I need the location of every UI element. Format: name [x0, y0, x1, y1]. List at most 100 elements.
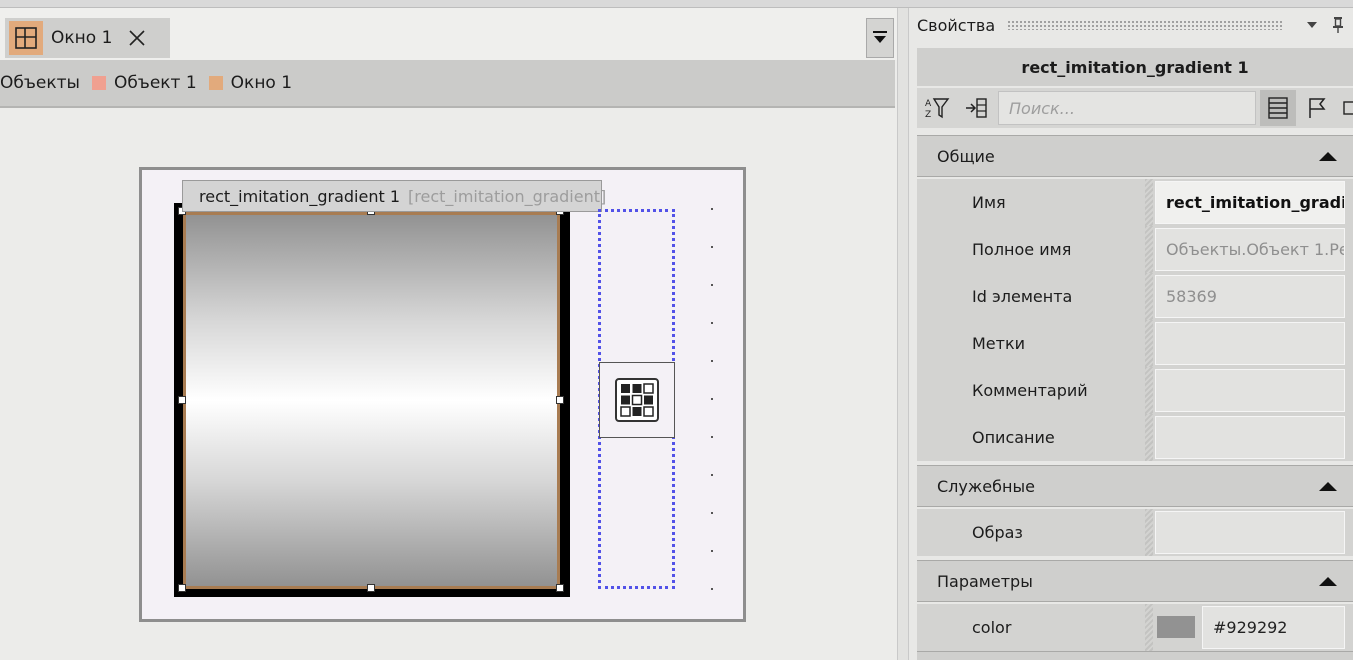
resize-handle[interactable]	[178, 584, 186, 592]
selected-object-title: rect_imitation_gradient 1	[917, 48, 1353, 86]
section-service[interactable]: Служебные	[917, 465, 1353, 507]
prop-row-color: color #929292	[917, 604, 1353, 651]
section-label: Общие	[937, 146, 995, 166]
guide-dot	[711, 284, 713, 286]
breadcrumb-item-window-1[interactable]: Окно 1	[197, 73, 292, 93]
search-input[interactable]	[998, 91, 1256, 125]
sort-filter-icon: A Z	[925, 98, 950, 120]
chevron-down-icon	[873, 31, 887, 43]
row-separator	[1145, 509, 1153, 556]
section-general[interactable]: Общие	[917, 135, 1353, 177]
resize-handle[interactable]	[178, 396, 186, 404]
prop-row-comment: Комментарий	[917, 367, 1353, 414]
grid-widget[interactable]	[599, 362, 675, 438]
navigate-button[interactable]	[958, 90, 994, 126]
flag-icon	[1309, 98, 1326, 118]
resize-handle[interactable]	[556, 396, 564, 404]
chevron-up-icon	[1319, 151, 1337, 161]
full-name-field[interactable]: Объекты.Объект 1.Ре	[1155, 228, 1345, 271]
guide-dot	[711, 436, 713, 438]
tab-list-dropdown-button[interactable]	[866, 18, 894, 58]
top-strip	[0, 0, 1353, 8]
panel-options-button[interactable]	[1304, 16, 1320, 34]
list-view-button[interactable]	[1260, 90, 1296, 126]
prop-row-name: Имя rect_imitation_gradie	[917, 179, 1353, 226]
flag-button[interactable]	[1299, 90, 1335, 126]
prop-row-description: Описание	[917, 414, 1353, 461]
row-separator	[1145, 414, 1153, 461]
properties-title: Свойства	[917, 15, 996, 35]
panel-drag-grip[interactable]	[1007, 20, 1283, 30]
prop-label: color	[972, 618, 1012, 637]
guide-dot	[711, 360, 713, 362]
row-separator	[1145, 273, 1153, 320]
row-separator	[1145, 179, 1153, 226]
close-icon[interactable]	[126, 27, 148, 49]
chevron-up-icon	[1319, 576, 1337, 586]
description-field[interactable]	[1155, 416, 1345, 459]
guide-dot	[711, 550, 713, 552]
section-label: Служебные	[937, 476, 1035, 496]
svg-text:A: A	[925, 99, 932, 109]
overflow-icon	[1343, 101, 1353, 115]
prop-row-tags: Метки	[917, 320, 1353, 367]
guide-dot	[711, 246, 713, 248]
next-section-edge	[917, 651, 1353, 660]
guide-dot	[711, 474, 713, 476]
prop-row-id: Id элемента 58369	[917, 273, 1353, 320]
prop-label: Метки	[972, 334, 1026, 353]
breadcrumb: Объекты Объект 1 Окно 1	[0, 60, 895, 108]
chevron-down-icon	[1307, 22, 1317, 28]
chevron-up-icon	[1319, 481, 1337, 491]
name-field[interactable]: rect_imitation_gradie	[1155, 181, 1345, 224]
layout-grid-icon	[9, 21, 43, 55]
breadcrumb-item-objects[interactable]: Объекты	[0, 73, 80, 93]
id-field[interactable]: 58369	[1155, 275, 1345, 318]
pin-icon	[1333, 17, 1343, 33]
jump-to-icon	[966, 98, 987, 118]
element-name: rect_imitation_gradient 1	[199, 186, 401, 206]
color-field[interactable]: #929292	[1202, 606, 1345, 649]
breadcrumb-label: Объекты	[0, 73, 80, 93]
row-separator	[1145, 367, 1153, 414]
section-params[interactable]: Параметры	[917, 560, 1353, 602]
guide-dot	[711, 588, 713, 590]
element-type: [rect_imitation_gradient]	[408, 186, 607, 206]
row-separator	[1145, 320, 1153, 367]
breadcrumb-item-object-1[interactable]: Объект 1	[80, 73, 197, 93]
section-label: Параметры	[937, 571, 1033, 591]
resize-handle[interactable]	[367, 584, 375, 592]
prop-label: Комментарий	[972, 381, 1088, 400]
pin-button[interactable]	[1330, 14, 1346, 36]
row-separator	[1145, 226, 1153, 273]
tags-field[interactable]	[1155, 322, 1345, 365]
prop-label: Описание	[972, 428, 1055, 447]
panel-splitter[interactable]	[897, 8, 909, 660]
prop-label: Имя	[972, 193, 1006, 212]
prop-label: Полное имя	[972, 240, 1072, 259]
list-icon	[1268, 97, 1288, 119]
image-field[interactable]	[1155, 511, 1345, 554]
guide-dot	[711, 322, 713, 324]
more-button[interactable]	[1338, 90, 1353, 126]
color-swatch[interactable]	[1157, 616, 1195, 638]
prop-row-image: Образ	[917, 509, 1353, 556]
gradient-fill[interactable]	[183, 212, 560, 589]
object-color-swatch	[91, 76, 106, 90]
comment-field[interactable]	[1155, 369, 1345, 412]
tab-okno-1[interactable]: Окно 1	[5, 18, 170, 58]
breadcrumb-label: Объект 1	[113, 73, 197, 93]
breadcrumb-label: Окно 1	[230, 73, 293, 93]
prop-label: Образ	[972, 523, 1023, 542]
guide-dot	[711, 208, 713, 210]
sort-filter-button[interactable]: A Z	[919, 90, 955, 126]
resize-handle[interactable]	[556, 584, 564, 592]
svg-text:Z: Z	[925, 110, 931, 120]
prop-row-full-name: Полное имя Объекты.Объект 1.Ре	[917, 226, 1353, 273]
grid-layout-icon	[615, 378, 659, 422]
window-color-swatch	[208, 76, 223, 90]
guide-dot	[711, 398, 713, 400]
guide-dot	[711, 512, 713, 514]
row-separator	[1145, 604, 1153, 651]
prop-label: Id элемента	[972, 287, 1073, 306]
